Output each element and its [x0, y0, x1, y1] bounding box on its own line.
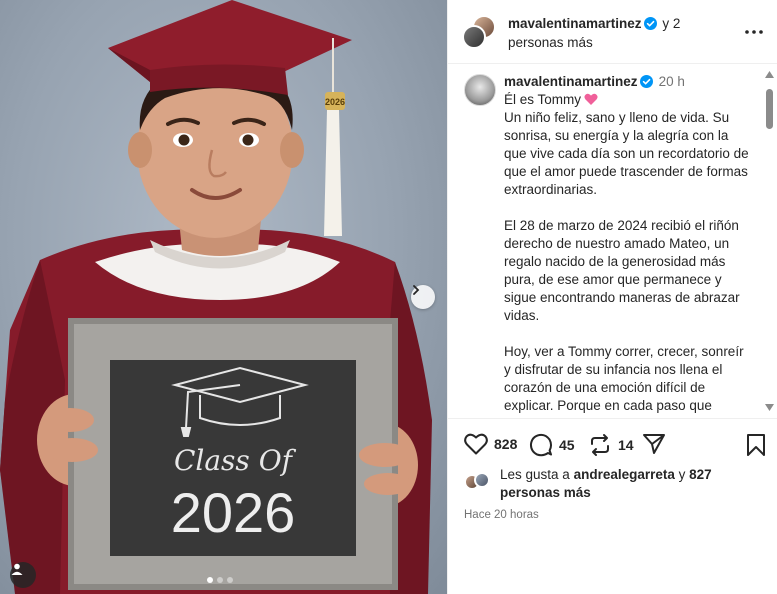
- sign-class-of-text: Class Of: [174, 444, 297, 477]
- header-author-line: mavalentinamartinez y 2 personas más: [508, 14, 738, 52]
- heart-icon: [464, 433, 488, 455]
- verified-badge-icon: [639, 75, 653, 88]
- share-button[interactable]: [642, 433, 666, 455]
- save-button[interactable]: [746, 433, 766, 462]
- carousel-dot: [227, 577, 233, 583]
- comment-bubble-icon: [529, 433, 553, 457]
- avatar[interactable]: [464, 74, 496, 106]
- likes-count[interactable]: 828: [494, 436, 517, 452]
- scroll-down-arrow-icon[interactable]: [765, 404, 774, 411]
- caption-paragraph-3: Hoy, ver a Tommy correr, crecer, sonreír…: [504, 344, 744, 413]
- post-actions-bar: 828 45 14: [448, 418, 777, 470]
- post-header: mavalentinamartinez y 2 personas más: [448, 0, 777, 64]
- caption-username-link[interactable]: mavalentinamartinez: [504, 74, 638, 89]
- post-timestamp[interactable]: Hace 20 horas: [464, 509, 539, 521]
- header-username-link[interactable]: mavalentinamartinez: [508, 16, 642, 31]
- caption-time[interactable]: 20 h: [659, 74, 685, 89]
- collab-avatars[interactable]: [462, 15, 496, 49]
- bookmark-icon: [747, 434, 765, 456]
- likes-text: Les gusta a andrealegarreta y 827 person…: [500, 466, 760, 502]
- scrollbar-thumb[interactable]: [766, 89, 773, 129]
- like-button[interactable]: 828: [464, 433, 517, 455]
- sign-year-text: 2026: [171, 481, 296, 544]
- pink-heart-emoji-icon: [584, 93, 598, 105]
- caption-scrollbar[interactable]: [761, 65, 777, 417]
- verified-badge-icon: [643, 17, 657, 30]
- post-photo[interactable]: 2026 Class Of 2026: [0, 0, 447, 594]
- carousel-dot-active: [207, 577, 213, 583]
- send-paper-plane-icon: [643, 434, 665, 454]
- repost-icon: [591, 434, 609, 456]
- user-icon: [11, 563, 23, 575]
- reposts-count[interactable]: 14: [618, 437, 634, 453]
- caption-paragraph: Él es Tommy Un niño feliz, sano y lleno …: [504, 91, 754, 199]
- repost-button[interactable]: 14: [588, 433, 634, 457]
- chevron-right-icon: [413, 285, 420, 295]
- carousel-dot: [217, 577, 223, 583]
- caption-line-intro: Él es Tommy: [504, 92, 582, 107]
- liker-username-link[interactable]: andrealegarreta: [574, 467, 675, 482]
- more-options-button[interactable]: [744, 22, 764, 42]
- comments-count[interactable]: 45: [559, 437, 575, 453]
- ellipsis-icon: [745, 30, 763, 34]
- comment-button[interactable]: 45: [529, 433, 575, 457]
- likes-prefix: Les gusta a: [500, 467, 574, 482]
- caption-paragraph-1: Un niño feliz, sano y lleno de vida. Su …: [504, 110, 749, 197]
- caption-text: mavalentinamartinez 20 h Él es Tommy Un n…: [504, 73, 754, 415]
- carousel-next-button[interactable]: [411, 285, 435, 309]
- liker-avatars[interactable]: [464, 470, 494, 490]
- tagged-users-button[interactable]: [10, 562, 36, 588]
- scroll-up-arrow-icon[interactable]: [765, 71, 774, 78]
- carousel-dots: [207, 577, 233, 583]
- avatar: [462, 25, 486, 49]
- caption-paragraph-2: El 28 de marzo de 2024 recibió el riñón …: [504, 218, 740, 323]
- tassel-charm-text: 2026: [325, 97, 345, 107]
- graduation-photo-illustration: 2026 Class Of 2026: [0, 0, 432, 594]
- likes-middle: y: [674, 467, 690, 482]
- avatar: [474, 472, 490, 488]
- post-details-panel: mavalentinamartinez y 2 personas más mav…: [447, 0, 777, 594]
- caption-scroll-area[interactable]: mavalentinamartinez 20 h Él es Tommy Un n…: [448, 65, 777, 417]
